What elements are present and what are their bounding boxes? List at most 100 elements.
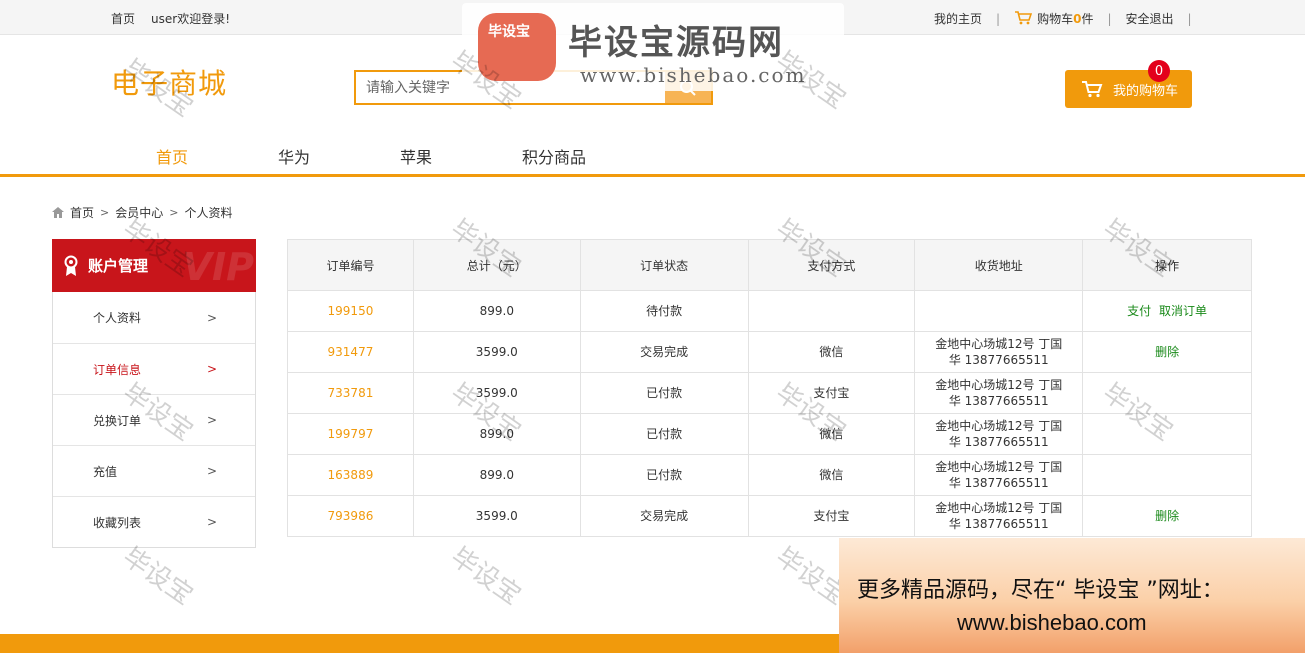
order-address-line: 金地中心场城12号 丁国 (935, 460, 1063, 474)
order-actions (1082, 372, 1252, 414)
watermark-text: 毕设宝 (445, 541, 527, 612)
my-cart-button[interactable]: 我的购物车 (1065, 70, 1192, 108)
breadcrumb-member-center[interactable]: 会员中心 (115, 204, 163, 221)
order-total: 3599.0 (412, 331, 581, 373)
brand-watermark: 毕设宝 毕设宝源码网 www.bishebao.com (462, 3, 844, 91)
table-row: 199150 899.0 待付款 支付 取消订单 (287, 290, 1252, 332)
order-address: 金地中心场城12号 丁国华 13877665511 (914, 372, 1084, 414)
column-header: 总计（元） (412, 239, 581, 291)
cart-icon (1082, 81, 1103, 98)
divider: | (1107, 11, 1112, 26)
order-payment: 微信 (747, 454, 916, 496)
cancel-order-link[interactable]: 取消订单 (1159, 304, 1207, 318)
breadcrumb-home[interactable]: 首页 (70, 204, 94, 221)
table-row: 163889 899.0 已付款 微信 金地中心场城12号 丁国华 138776… (287, 454, 1252, 496)
nav-item-apple[interactable]: 苹果 (400, 144, 432, 168)
order-payment: 支付宝 (747, 495, 916, 537)
site-logo[interactable]: 电子商城 (111, 62, 227, 102)
order-address: 金地中心场城12号 丁国华 13877665511 (914, 413, 1084, 455)
order-actions (1082, 454, 1252, 496)
order-id-link[interactable]: 199150 (287, 290, 414, 332)
order-status: 待付款 (579, 290, 749, 332)
order-actions: 支付 取消订单 (1082, 290, 1252, 332)
order-address (914, 290, 1084, 332)
nav-item-points-goods[interactable]: 积分商品 (522, 144, 586, 168)
order-id-link[interactable]: 793986 (287, 495, 414, 537)
chevron-right-icon: > (206, 413, 217, 427)
order-total: 899.0 (412, 413, 581, 455)
order-payment: 微信 (747, 331, 916, 373)
brand-watermark-url: www.bishebao.com (580, 63, 807, 87)
order-address-line: 华 13877665511 (948, 517, 1049, 531)
order-address-line: 金地中心场城12号 丁国 (935, 378, 1063, 392)
divider: | (1187, 11, 1192, 26)
order-total: 3599.0 (412, 372, 581, 414)
sidebar-item-label: 兑换订单 (93, 413, 142, 428)
column-header: 订单编号 (287, 239, 414, 291)
watermark-text: 毕设宝 (117, 541, 199, 612)
order-id-link[interactable]: 199797 (287, 413, 414, 455)
column-header: 收货地址 (914, 239, 1084, 291)
table-row: 793986 3599.0 交易完成 支付宝 金地中心场城12号 丁国华 138… (287, 495, 1252, 537)
sidebar-header: 账户管理 VIP (52, 239, 256, 292)
my-home-link[interactable]: 我的主页 (934, 10, 982, 27)
medal-icon (64, 255, 78, 276)
logout-link[interactable]: 安全退出 (1126, 10, 1174, 27)
order-status: 已付款 (579, 413, 749, 455)
pay-link[interactable]: 支付 (1127, 304, 1151, 318)
order-payment: 微信 (747, 413, 916, 455)
order-status: 已付款 (579, 454, 749, 496)
top-home-link[interactable]: 首页 (111, 10, 135, 27)
nav-item-home[interactable]: 首页 (156, 144, 188, 168)
top-cart-unit: 件 (1081, 12, 1094, 26)
brand-watermark-title: 毕设宝源码网 (568, 23, 784, 63)
breadcrumb-current: 个人资料 (184, 206, 233, 220)
sidebar-item-recharge[interactable]: 充值 > (53, 445, 255, 496)
sidebar-item-label: 充值 (93, 464, 118, 479)
column-header: 支付方式 (747, 239, 916, 291)
delete-link[interactable]: 删除 (1155, 345, 1179, 359)
order-address-line: 华 13877665511 (948, 394, 1049, 408)
promo-banner: 更多精品源码，尽在“ 毕设宝 ”网址： www.bishebao.com (839, 538, 1305, 653)
brand-seal-logo: 毕设宝 (478, 13, 556, 81)
order-address-line: 金地中心场城12号 丁国 (935, 337, 1063, 351)
order-actions (1082, 413, 1252, 455)
chevron-right-icon: > (206, 362, 217, 376)
order-address: 金地中心场城12号 丁国华 13877665511 (914, 495, 1084, 537)
order-total: 899.0 (412, 454, 581, 496)
sidebar-item-profile[interactable]: 个人资料 > (53, 292, 255, 343)
order-id-link[interactable]: 163889 (287, 454, 414, 496)
sidebar-item-exchange-orders[interactable]: 兑换订单 > (53, 394, 255, 445)
sidebar-item-orders[interactable]: 订单信息 > (53, 343, 255, 394)
vip-watermark: VIP (182, 245, 254, 289)
account-sidebar: 账户管理 VIP 个人资料 > 订单信息 > 兑换订单 > 充值 > 收藏列表 … (52, 239, 256, 548)
table-row: 931477 3599.0 交易完成 微信 金地中心场城12号 丁国华 1387… (287, 331, 1252, 373)
table-header-row: 订单编号 总计（元） 订单状态 支付方式 收货地址 操作 (287, 239, 1252, 291)
top-cart-link[interactable]: 购物车0件 (1014, 10, 1093, 27)
main-nav: 首页 华为 苹果 积分商品 (0, 130, 1305, 177)
my-cart-label: 我的购物车 (1113, 83, 1179, 99)
order-address-line: 华 13877665511 (948, 476, 1049, 490)
promo-line-2: www.bishebao.com (957, 610, 1147, 635)
chevron-right-icon: > (206, 464, 217, 478)
order-total: 899.0 (412, 290, 581, 332)
nav-item-huawei[interactable]: 华为 (278, 144, 310, 168)
chevron-right-icon: > (206, 310, 217, 325)
delete-link[interactable]: 删除 (1155, 509, 1179, 523)
order-id-link[interactable]: 733781 (287, 372, 414, 414)
order-address: 金地中心场城12号 丁国华 13877665511 (914, 331, 1084, 373)
sidebar-title: 账户管理 (88, 257, 149, 275)
welcome-text: user欢迎登录! (151, 12, 231, 26)
top-cart-label: 购物车 (1037, 12, 1074, 26)
order-address-line: 华 13877665511 (948, 353, 1049, 367)
orders-table: 订单编号 总计（元） 订单状态 支付方式 收货地址 操作 199150 899.… (287, 239, 1252, 537)
order-status: 已付款 (579, 372, 749, 414)
order-payment: 支付宝 (747, 372, 916, 414)
order-address-line: 华 13877665511 (948, 435, 1049, 449)
order-actions: 删除 (1082, 495, 1252, 537)
cart-icon (1015, 11, 1033, 25)
order-id-link[interactable]: 931477 (287, 331, 414, 373)
sidebar-item-favorites[interactable]: 收藏列表 > (53, 496, 255, 547)
sidebar-item-label: 个人资料 (93, 311, 142, 325)
order-actions: 删除 (1082, 331, 1252, 373)
